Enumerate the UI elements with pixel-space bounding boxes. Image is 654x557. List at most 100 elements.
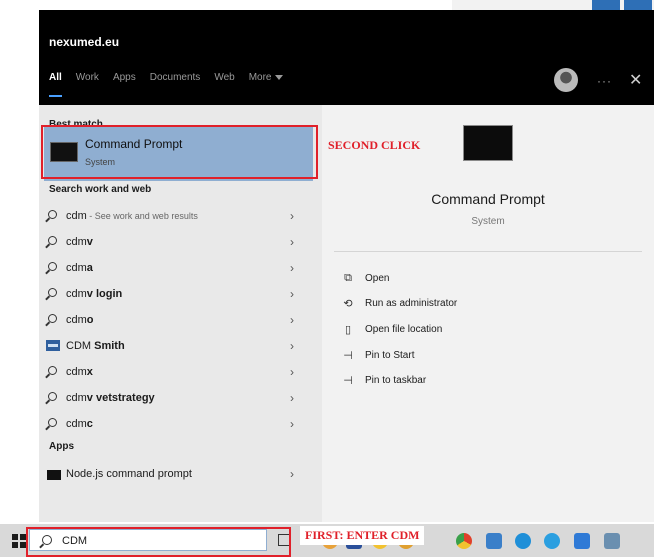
app-result-label: Node.js command prompt — [66, 468, 192, 480]
search-result-label: cdma — [66, 262, 93, 274]
search-result-label: cdmv vetstrategy — [66, 392, 155, 404]
search-result-item[interactable]: cdmo › — [44, 309, 313, 333]
search-result-label: cdmv — [66, 236, 93, 248]
divider — [334, 251, 642, 252]
result-prefix: cdm — [66, 262, 87, 274]
action-label: Pin to Start — [365, 350, 415, 361]
search-icon — [48, 262, 57, 271]
result-suffix: x — [86, 366, 93, 378]
chevron-right-icon[interactable]: › — [290, 209, 294, 223]
result-prefix: cdm — [66, 210, 87, 222]
windows-logo-pane — [12, 534, 18, 540]
chevron-right-icon[interactable]: › — [290, 235, 294, 249]
chrome-icon[interactable] — [456, 533, 472, 549]
pin-icon: ⊣ — [343, 375, 353, 387]
annotation-first-enter-cdm: FIRST: ENTER CDM — [305, 528, 420, 542]
result-suffix: v vetstrategy — [86, 392, 155, 404]
annotation-first-label-bg: FIRST: ENTER CDM — [300, 526, 425, 545]
windows-start-icon[interactable] — [12, 534, 26, 548]
search-icon — [48, 236, 57, 245]
result-prefix: cdm — [66, 392, 87, 404]
search-result-item[interactable]: cdmv › — [44, 231, 313, 255]
result-prefix: cdm — [66, 288, 87, 300]
chevron-right-icon[interactable]: › — [290, 467, 294, 481]
file-location-icon: ▯ — [344, 324, 352, 336]
action-open[interactable]: ⧉ Open — [341, 270, 591, 290]
chevron-right-icon[interactable]: › — [290, 287, 294, 301]
search-icon — [48, 314, 57, 323]
search-result-label: cdmx — [66, 366, 93, 378]
shield-admin-icon: ⟲ — [343, 298, 353, 310]
search-work-web-heading: Search work and web — [49, 184, 152, 195]
search-icon — [48, 288, 57, 297]
result-prefix: cdm — [66, 418, 87, 430]
result-suffix: v login — [86, 288, 123, 300]
edge-icon[interactable] — [515, 533, 531, 549]
result-suffix: Smith — [94, 340, 125, 352]
chevron-right-icon[interactable]: › — [290, 339, 294, 353]
search-result-item[interactable]: cdm - See work and web results › — [44, 205, 313, 229]
search-icon — [48, 418, 57, 427]
remote-desktop-icon[interactable] — [486, 533, 502, 549]
chevron-right-icon[interactable]: › — [290, 417, 294, 431]
tab-work[interactable]: Work — [76, 72, 99, 88]
apps-heading: Apps — [49, 441, 74, 452]
result-prefix: CDM — [66, 340, 95, 352]
result-suffix: c — [86, 418, 93, 430]
search-icon — [48, 366, 57, 375]
avatar[interactable] — [554, 68, 578, 92]
account-name: nexumed.eu — [49, 35, 120, 49]
chevron-right-icon[interactable]: › — [290, 365, 294, 379]
search-result-label: cdmc — [66, 418, 93, 430]
tab-apps[interactable]: Apps — [113, 72, 136, 88]
vscode-icon[interactable] — [574, 533, 590, 549]
detail-pane: Command Prompt System ⧉ Open ⟲ Run as ad… — [322, 105, 654, 522]
action-run-as-administrator[interactable]: ⟲ Run as administrator — [341, 295, 591, 315]
action-label: Pin to taskbar — [365, 375, 427, 386]
action-pin-to-taskbar[interactable]: ⊣ Pin to taskbar — [341, 372, 591, 392]
more-options-icon[interactable]: ··· — [597, 74, 612, 88]
taskbar-app-icon[interactable] — [604, 533, 620, 549]
tab-all[interactable]: All — [49, 72, 62, 88]
pin-icon: ⊣ — [343, 350, 353, 362]
close-icon[interactable]: ✕ — [629, 70, 642, 90]
search-result-item[interactable]: cdmv vetstrategy › — [44, 387, 313, 411]
action-pin-to-start[interactable]: ⊣ Pin to Start — [341, 347, 591, 367]
result-suffix: a — [86, 262, 93, 274]
tab-web[interactable]: Web — [214, 72, 234, 88]
search-result-item[interactable]: CDM Smith › — [44, 335, 313, 359]
search-result-item[interactable]: cdmx › — [44, 361, 313, 385]
action-label: Open file location — [365, 324, 443, 335]
cdm-smith-logo-icon — [46, 340, 60, 351]
search-icon — [48, 210, 57, 219]
search-result-item[interactable]: cdmc › — [44, 413, 313, 437]
annotation-second-click: SECOND CLICK — [328, 138, 421, 152]
app-result-nodejs[interactable]: Node.js command prompt › — [44, 463, 313, 487]
chevron-right-icon[interactable]: › — [290, 313, 294, 327]
search-tabs: All Work Apps Documents Web More — [49, 72, 297, 88]
annotation-box-command-prompt — [41, 125, 318, 179]
chevron-right-icon[interactable]: › — [290, 261, 294, 275]
chevron-right-icon[interactable]: › — [290, 391, 294, 405]
command-prompt-large-icon — [463, 125, 513, 161]
action-label: Open — [365, 273, 390, 284]
result-prefix: cdm — [66, 314, 87, 326]
chevron-down-icon — [274, 74, 283, 80]
tab-documents[interactable]: Documents — [150, 72, 201, 88]
action-open-file-location[interactable]: ▯ Open file location — [341, 321, 591, 341]
detail-subtitle: System — [471, 216, 505, 227]
result-suffix: o — [86, 314, 94, 326]
tab-more[interactable]: More — [249, 72, 283, 88]
edge-dev-icon[interactable] — [544, 533, 560, 549]
result-suffix: v — [86, 236, 93, 248]
result-hint: - See work and web results — [86, 211, 198, 221]
search-result-item[interactable]: cdma › — [44, 257, 313, 281]
flyout-header: nexumed.eu All Work Apps Documents Web M… — [39, 10, 654, 105]
search-result-label: CDM Smith — [66, 340, 125, 352]
detail-title: Command Prompt — [431, 191, 545, 207]
action-label: Run as administrator — [365, 298, 458, 309]
search-result-item[interactable]: cdmv login › — [44, 283, 313, 307]
search-icon — [48, 392, 57, 401]
start-search-flyout: nexumed.eu All Work Apps Documents Web M… — [39, 10, 654, 522]
result-prefix: cdm — [66, 236, 87, 248]
